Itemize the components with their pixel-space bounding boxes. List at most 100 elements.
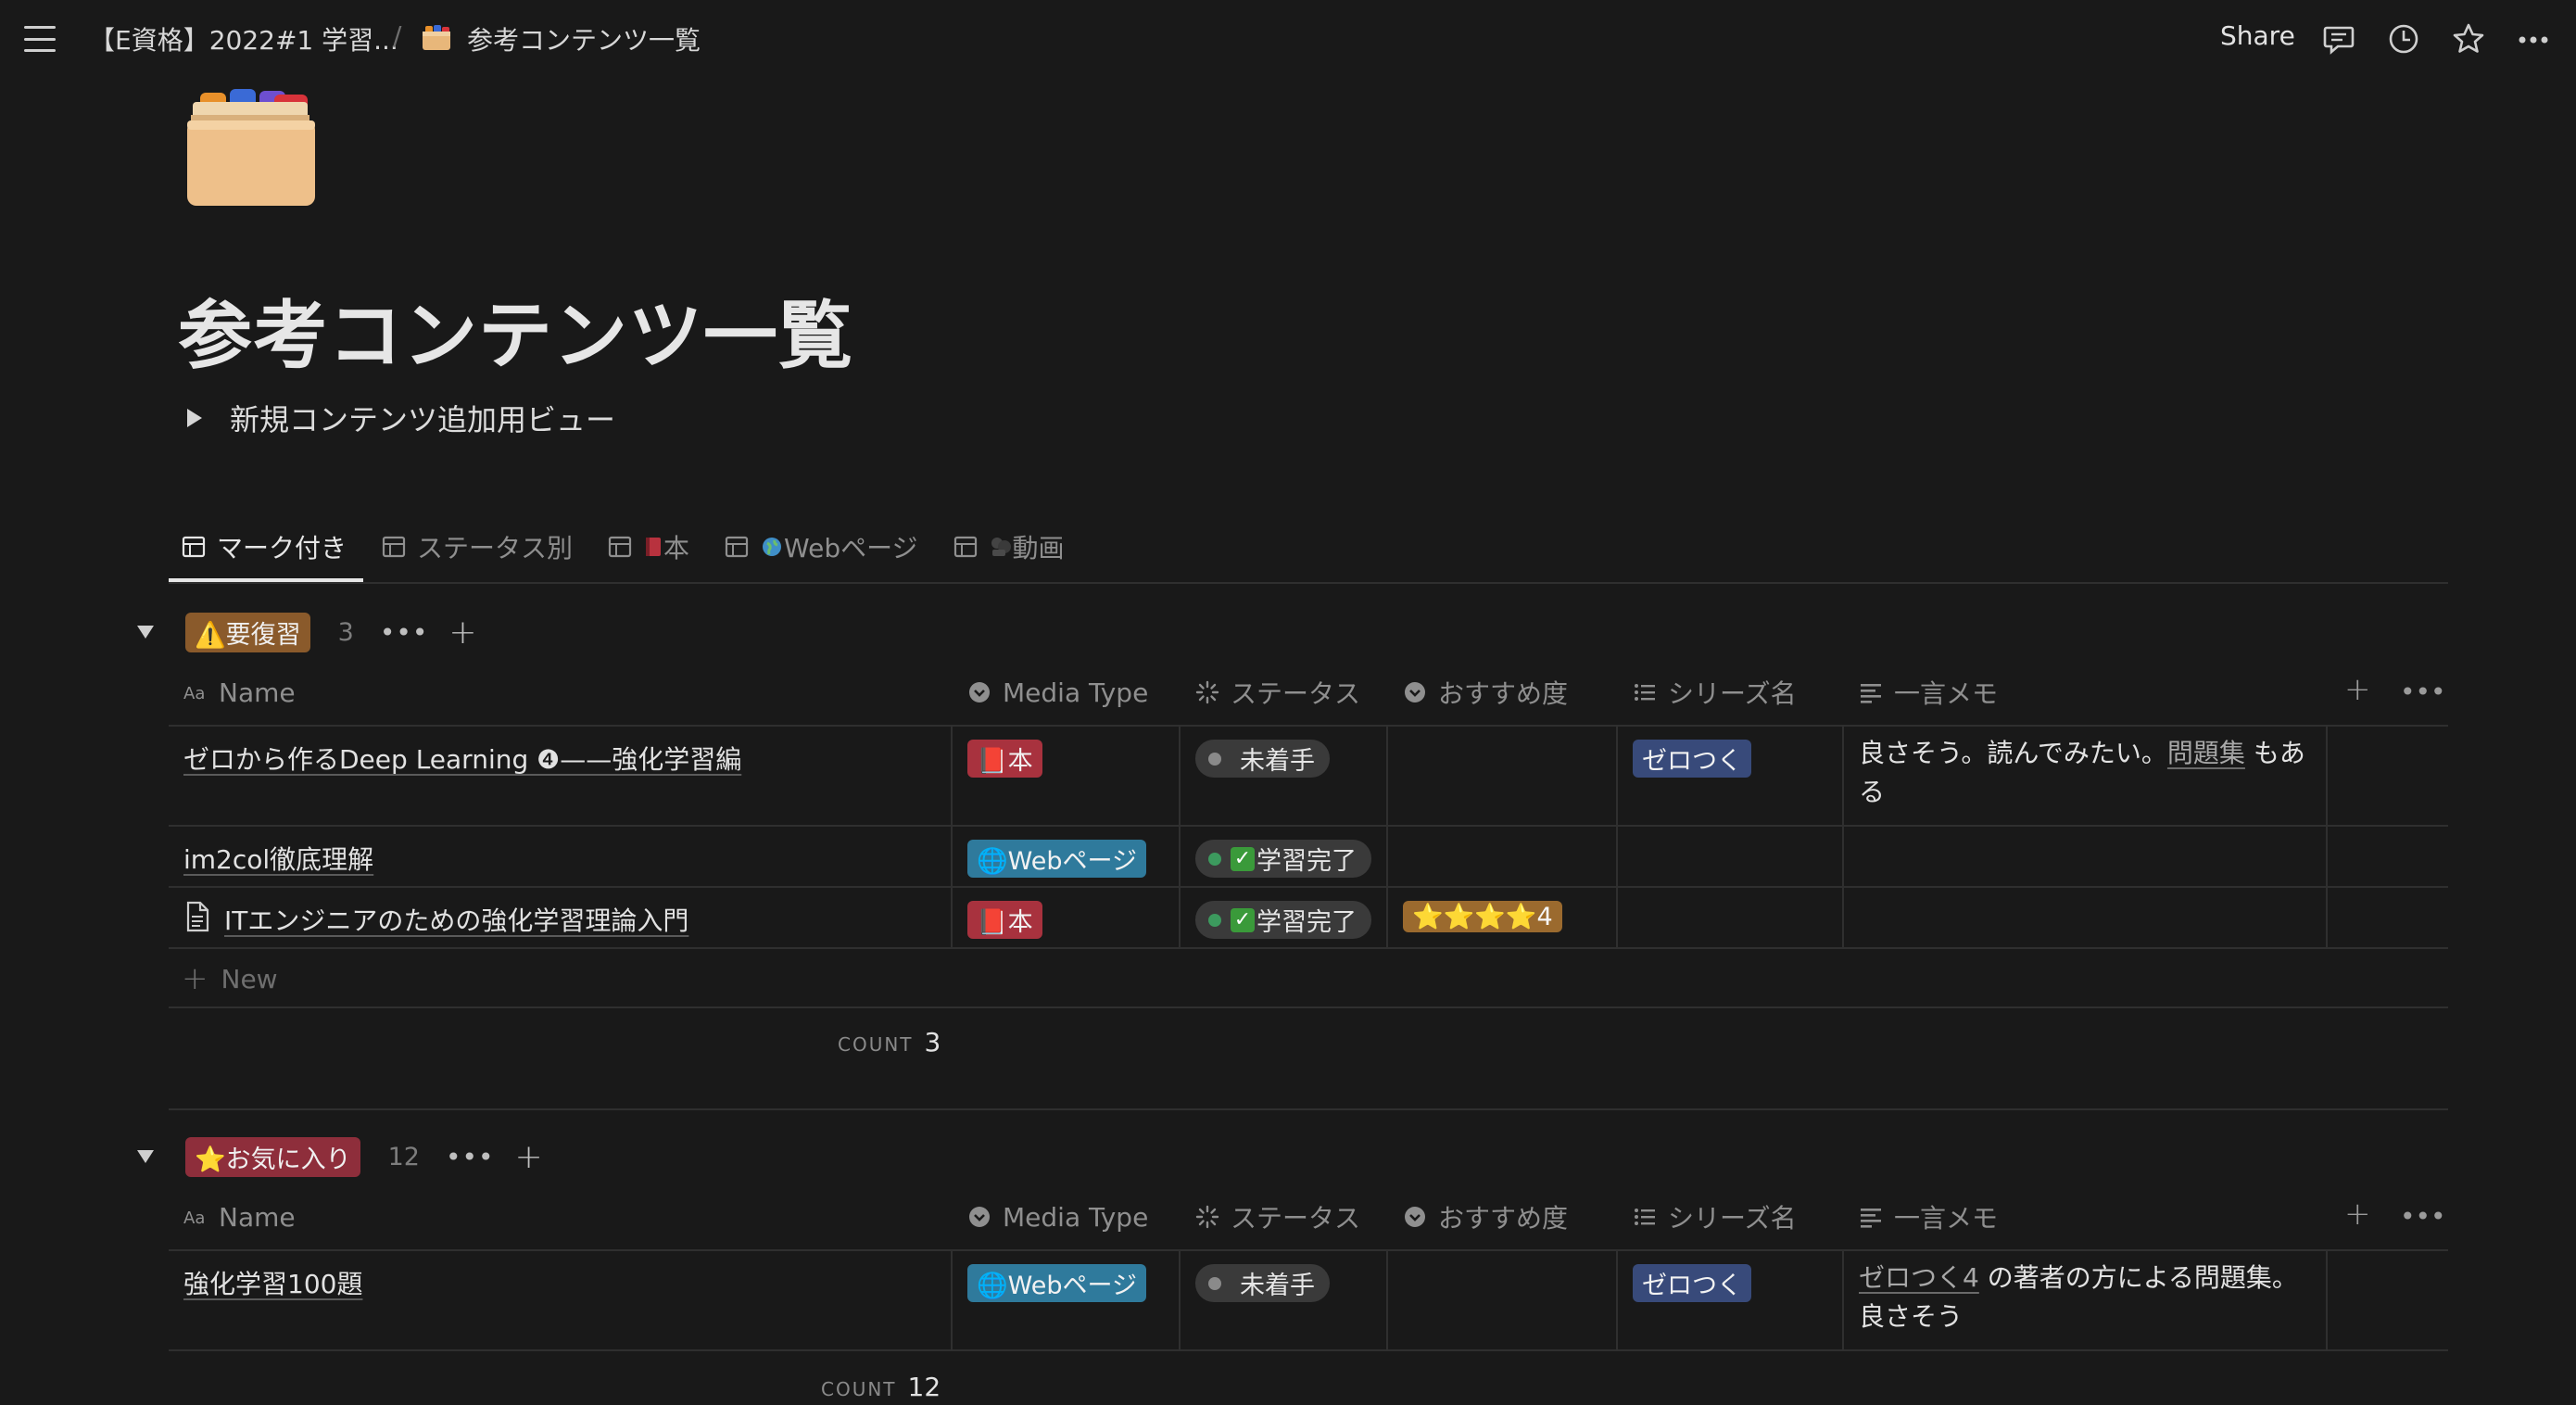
column-header-name[interactable]: Aa Name [169,1184,953,1249]
media-tag-book: 📕本 [967,740,1042,778]
toggle-block[interactable]: 新規コンテンツ追加用ビュー [187,397,615,439]
tab-by-status[interactable]: ステータス別 [369,521,586,573]
history-clock-icon[interactable] [2385,20,2422,57]
row-title[interactable]: im2col徹底理解 [183,844,373,875]
tab-webpages[interactable]: Webページ [712,521,931,573]
group-more-icon[interactable]: ••• [446,1142,495,1172]
column-header-status[interactable]: ステータス [1181,660,1388,725]
cell-recommend[interactable]: ⭐⭐⭐⭐4 [1388,888,1618,947]
count-label: COUNT [821,1378,897,1400]
new-row[interactable]: + New [169,949,2448,1008]
cell-recommend[interactable] [1388,827,1618,886]
memo-text: 良さそう。読んでみたい。 [1859,738,2167,768]
add-property-icon[interactable]: + [2344,671,2371,708]
cell-status[interactable]: 未着手 [1181,1251,1388,1349]
group-badge-review[interactable]: ⚠️要復習 [185,612,310,652]
cell-status[interactable]: ✓ 学習完了 [1181,888,1388,947]
row-title[interactable]: ITエンジニアのための強化学習理論入門 [224,901,688,938]
tab-label: 動画 [1012,533,1065,563]
breadcrumb-page[interactable]: 参考コンテンツ一覧 [467,20,701,57]
table-row[interactable]: ITエンジニアのための強化学習理論入門 📕本 ✓ 学習完了 ⭐⭐⭐⭐4 [169,888,2448,949]
group-add-icon[interactable]: + [515,1138,543,1176]
cell-memo[interactable] [1844,888,2328,947]
tab-marked[interactable]: マーク付き [169,521,360,573]
cell-series[interactable] [1618,888,1844,947]
column-label: ステータス [1231,678,1361,709]
cell-name[interactable]: im2col徹底理解 [169,827,953,886]
tab-label: Webページ [784,533,918,563]
column-header-recommend[interactable]: おすすめ度 [1388,660,1618,725]
column-label: おすすめ度 [1438,678,1569,709]
breadcrumb-workspace[interactable]: 【E資格】2022#1 学習... [89,20,398,57]
count-summary[interactable]: COUNT 3 [838,1027,941,1057]
cell-series[interactable]: ゼロつく [1618,1251,1844,1349]
cell-series[interactable] [1618,827,1844,886]
collapse-arrow-icon[interactable] [137,1150,154,1163]
column-header-media-type[interactable]: Media Type [953,660,1181,725]
cell-media-type[interactable]: 📕本 [953,727,1181,825]
column-header-status[interactable]: ステータス [1181,1184,1388,1249]
table-view-icon [608,536,632,558]
column-header-recommend[interactable]: おすすめ度 [1388,1184,1618,1249]
card-file-box-icon[interactable] [182,83,321,211]
comments-icon[interactable] [2320,20,2357,57]
count-summary[interactable]: COUNT 12 [821,1372,941,1402]
group-add-icon[interactable]: + [448,614,476,652]
cell-media-type[interactable]: 🌐Webページ [953,1251,1181,1349]
tab-label: 本 [663,533,690,563]
cell-recommend[interactable] [1388,1251,1618,1349]
table-row[interactable]: im2col徹底理解 🌐Webページ ✓ 学習完了 [169,827,2448,888]
column-header-media-type[interactable]: Media Type [953,1184,1181,1249]
column-label: 一言メモ [1894,678,1999,709]
table-more-icon[interactable]: ••• [2400,677,2446,707]
text-aa-icon: Aa [183,1209,205,1228]
table-row[interactable]: 強化学習100題 🌐Webページ 未着手 ゼロつく ゼロつく4 の著者の方による… [169,1251,2448,1351]
share-button[interactable]: Share [2220,20,2295,51]
cell-media-type[interactable]: 🌐Webページ [953,827,1181,886]
memo-link[interactable]: ゼロつく4 [1859,1262,1979,1293]
cell-status[interactable]: 未着手 [1181,727,1388,825]
memo-link[interactable]: 問題集 [2167,738,2245,768]
column-label: Name [219,1201,296,1233]
cell-name[interactable]: 強化学習100題 [169,1251,953,1349]
collapse-arrow-icon[interactable] [137,626,154,639]
cell-series[interactable]: ゼロつく [1618,727,1844,825]
toggle-arrow-icon[interactable] [187,409,202,427]
breadcrumb-separator: / [393,20,402,51]
cell-media-type[interactable]: 📕本 [953,888,1181,947]
new-row-button[interactable]: + New [182,960,278,997]
select-icon [1405,1207,1425,1227]
page-document-icon [186,901,209,932]
sidebar-menu-icon[interactable] [24,26,56,52]
cell-recommend[interactable] [1388,727,1618,825]
column-header-series[interactable]: シリーズ名 [1618,660,1844,725]
cell-memo[interactable]: 良さそう。読んでみたい。問題集 もある [1844,727,2328,825]
favorite-star-icon[interactable] [2450,20,2487,57]
tab-videos[interactable]: 動画 [941,521,1078,573]
group-more-icon[interactable]: ••• [380,617,429,648]
status-pill: 未着手 [1195,1264,1330,1302]
status-spinner-icon [1195,1205,1219,1229]
add-property-icon[interactable]: + [2344,1196,2371,1233]
group-badge-favorites[interactable]: ⭐お気に入り [185,1136,360,1177]
column-header-name[interactable]: Aa Name [169,660,953,725]
more-options-icon[interactable] [2515,20,2552,57]
column-header-series[interactable]: シリーズ名 [1618,1184,1844,1249]
cell-name[interactable]: ゼロから作るDeep Learning ❹——強化学習編 [169,727,953,825]
status-dot-icon [1208,913,1221,927]
row-title[interactable]: ゼロから作るDeep Learning ❹——強化学習編 [183,744,741,775]
cell-status[interactable]: ✓ 学習完了 [1181,827,1388,886]
cell-memo[interactable]: ゼロつく4 の著者の方による問題集。良さそう [1844,1251,2328,1349]
tab-books[interactable]: 本 [595,521,702,573]
status-dot-icon [1208,1276,1221,1290]
column-header-memo[interactable]: 一言メモ [1844,660,2328,725]
cell-name[interactable]: ITエンジニアのための強化学習理論入門 [169,888,953,947]
row-title[interactable]: 強化学習100題 [183,1269,362,1299]
table-header-row: Aa Name Media Type ステータス おすすめ度 シリーズ名 一言メ… [169,660,2448,727]
cell-memo[interactable] [1844,827,2328,886]
svg-text:Aa: Aa [183,684,205,703]
table-row[interactable]: ゼロから作るDeep Learning ❹——強化学習編 📕本 未着手 ゼロつく… [169,727,2448,827]
column-header-memo[interactable]: 一言メモ [1844,1184,2328,1249]
table-more-icon[interactable]: ••• [2400,1201,2446,1232]
column-label: おすすめ度 [1438,1203,1569,1234]
